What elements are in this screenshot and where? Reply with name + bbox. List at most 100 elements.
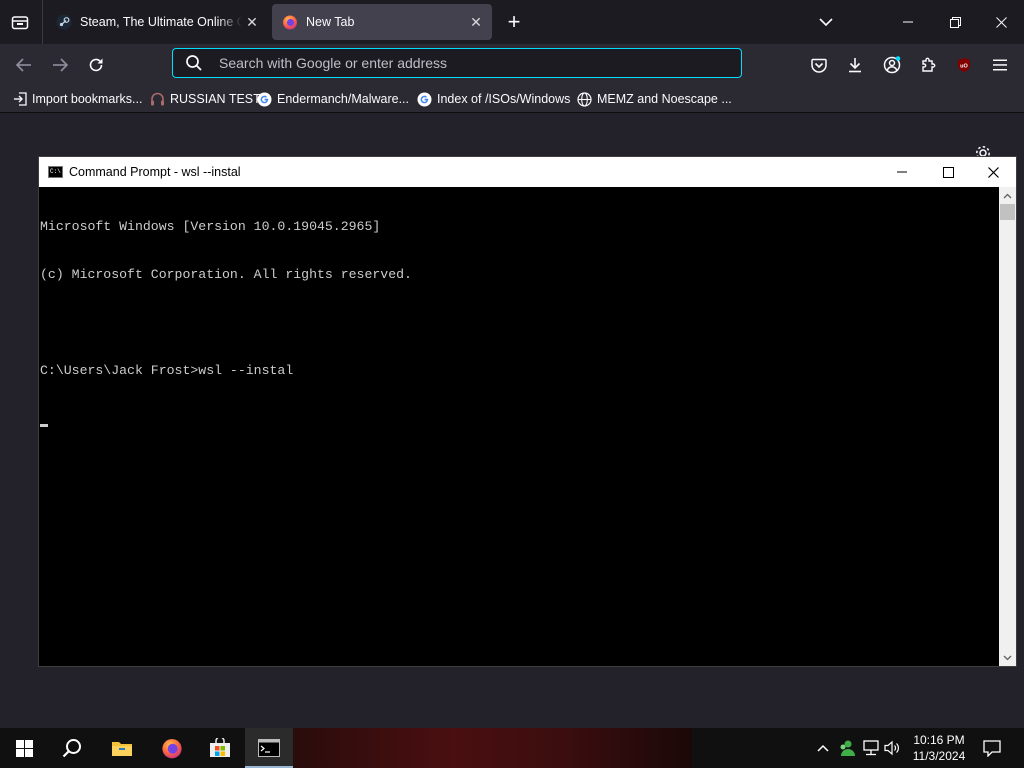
taskbar-wallpaper-strip xyxy=(292,728,692,768)
store-icon xyxy=(210,738,230,757)
minimize-button[interactable] xyxy=(885,0,931,44)
back-button[interactable] xyxy=(10,51,38,79)
bookmark-russian-test[interactable]: RUSSIAN TEST xyxy=(150,89,261,109)
bookmark-import[interactable]: Import bookmarks... xyxy=(12,89,142,109)
close-icon xyxy=(987,166,999,178)
navigation-toolbar: uO xyxy=(0,44,1024,86)
taskbar: 10:16 PM 11/3/2024 xyxy=(0,728,1024,768)
bookmark-label: Index of /ISOs/Windows xyxy=(437,92,571,106)
notification-icon xyxy=(983,739,1001,757)
bookmark-label: Import bookmarks... xyxy=(32,92,143,106)
taskbar-firefox[interactable] xyxy=(148,728,196,768)
firefox-view-icon xyxy=(11,16,29,30)
console-line: (c) Microsoft Corporation. All rights re… xyxy=(40,267,412,282)
tab-steam[interactable]: Steam, The Ultimate Online Game Platform… xyxy=(46,4,268,40)
app-menu-button[interactable] xyxy=(986,51,1014,79)
reload-button[interactable] xyxy=(82,51,110,79)
speaker-icon xyxy=(884,740,899,756)
restore-icon xyxy=(949,16,961,28)
tab-new-tab[interactable]: New Tab ✕ xyxy=(272,4,492,40)
arrow-right-icon xyxy=(53,58,68,72)
minimize-icon xyxy=(897,171,907,173)
clock-date: 11/3/2024 xyxy=(912,749,966,763)
arrow-left-icon xyxy=(16,58,31,72)
cmd-icon xyxy=(48,166,63,178)
taskbar-clock[interactable]: 10:16 PM 11/3/2024 xyxy=(906,732,972,764)
network-button[interactable] xyxy=(860,728,882,768)
new-tab-button[interactable]: + xyxy=(502,9,526,34)
bookmark-index-isos-windows[interactable]: Index of /ISOs/Windows xyxy=(417,89,570,109)
taskbar-file-explorer[interactable] xyxy=(98,728,146,768)
bookmark-label: RUSSIAN TEST xyxy=(170,92,261,106)
close-tab-button[interactable]: ✕ xyxy=(242,12,262,32)
bookmark-endermanch-malware[interactable]: Endermanch/Malware... xyxy=(257,89,409,109)
google-icon xyxy=(417,92,432,106)
tab-title: New Tab xyxy=(306,15,355,29)
account-icon xyxy=(883,56,901,74)
start-icon xyxy=(15,739,33,757)
bookmark-label: Endermanch/Malware... xyxy=(277,92,410,106)
close-window-button[interactable] xyxy=(978,0,1024,44)
firefox-icon xyxy=(162,739,182,759)
chevron-up-icon xyxy=(817,744,829,752)
cmd-minimize-button[interactable] xyxy=(879,157,925,187)
cmd-close-button[interactable] xyxy=(970,157,1016,187)
cmd-scrollbar[interactable] xyxy=(999,187,1016,666)
cmd-maximize-button[interactable] xyxy=(925,157,971,187)
minimize-icon xyxy=(903,21,913,23)
address-bar[interactable] xyxy=(172,48,742,78)
puzzle-icon xyxy=(922,57,936,72)
tab-separator xyxy=(42,0,43,44)
extensions-button[interactable] xyxy=(914,51,942,79)
forward-button[interactable] xyxy=(46,51,74,79)
firefox-view-button[interactable] xyxy=(6,9,34,35)
show-hidden-icons-button[interactable] xyxy=(812,728,834,768)
firefox-icon xyxy=(283,15,297,30)
command-prompt-window[interactable]: Command Prompt - wsl --instal Microsoft … xyxy=(38,156,1017,667)
search-icon xyxy=(186,55,202,71)
pocket-icon xyxy=(811,58,827,73)
tab-strip: Steam, The Ultimate Online Game Platform… xyxy=(0,0,1024,44)
search-icon xyxy=(62,739,81,758)
scroll-thumb[interactable] xyxy=(1000,204,1015,220)
download-icon xyxy=(849,58,861,73)
globe-icon xyxy=(577,91,592,107)
headset-icon xyxy=(151,92,164,105)
downloads-button[interactable] xyxy=(841,51,869,79)
url-input[interactable] xyxy=(217,54,701,72)
start-button[interactable] xyxy=(0,728,48,768)
taskbar-microsoft-store[interactable] xyxy=(196,728,244,768)
tray-user-app[interactable] xyxy=(836,728,858,768)
scroll-down-button[interactable] xyxy=(999,649,1016,666)
reload-icon xyxy=(89,58,103,72)
taskbar-search-button[interactable] xyxy=(48,728,96,768)
import-icon xyxy=(13,92,27,106)
close-tab-button[interactable]: ✕ xyxy=(466,12,486,32)
network-icon xyxy=(863,740,879,756)
close-icon xyxy=(995,16,1007,28)
taskbar-command-prompt[interactable] xyxy=(245,728,293,768)
list-all-tabs-button[interactable] xyxy=(814,10,838,34)
cmd-title-bar[interactable]: Command Prompt - wsl --instal xyxy=(39,157,1016,187)
volume-button[interactable] xyxy=(882,728,904,768)
restore-button[interactable] xyxy=(932,0,978,44)
chevron-down-icon xyxy=(819,17,833,26)
ublock-origin-icon: uO xyxy=(958,58,970,72)
scroll-up-button[interactable] xyxy=(999,187,1016,204)
console-output[interactable]: Microsoft Windows [Version 10.0.19045.29… xyxy=(40,187,998,666)
clock-time: 10:16 PM xyxy=(913,733,965,747)
console-line: C:\Users\Jack Frost>wsl --instal xyxy=(40,363,294,378)
ublock-origin-button[interactable]: uO xyxy=(950,51,978,79)
text-cursor xyxy=(40,424,48,427)
svg-text:uO: uO xyxy=(960,64,968,70)
tab-title: Steam, The Ultimate Online Game Platform xyxy=(80,15,242,29)
chevron-up-icon xyxy=(1003,193,1012,198)
bookmark-memz-noescape[interactable]: MEMZ and Noescape ... xyxy=(577,89,732,109)
notifications-button[interactable] xyxy=(978,728,1006,768)
console-line: Microsoft Windows [Version 10.0.19045.29… xyxy=(40,219,381,234)
pocket-button[interactable] xyxy=(805,51,833,79)
console-cursor-line xyxy=(40,411,998,427)
account-button[interactable] xyxy=(878,51,906,79)
cmd-window-title: Command Prompt - wsl --instal xyxy=(69,165,241,179)
